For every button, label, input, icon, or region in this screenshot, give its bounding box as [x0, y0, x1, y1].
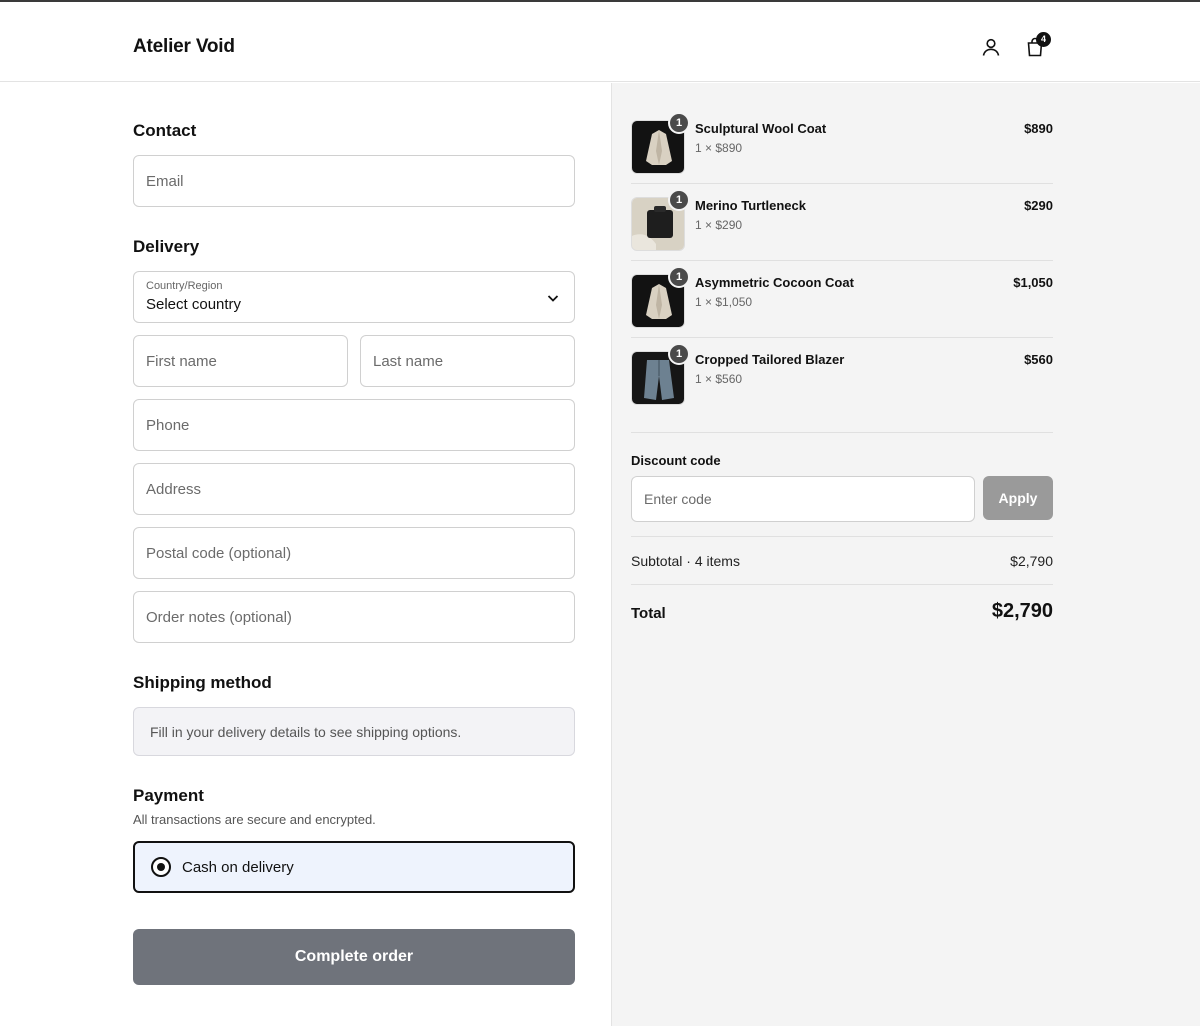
apply-discount-button[interactable]: Apply — [983, 476, 1053, 520]
subtotal-value: $2,790 — [1010, 553, 1053, 569]
site-header: Atelier Void 4 — [0, 2, 1200, 82]
divider — [631, 260, 1053, 261]
delivery-heading: Delivery — [133, 237, 200, 256]
item-name: Sculptural Wool Coat — [695, 121, 827, 136]
discount-code-input[interactable] — [632, 477, 974, 521]
discount-label: Discount code — [631, 453, 721, 468]
user-icon[interactable] — [979, 35, 1003, 59]
cart-item: 1 Asymmetric Cocoon Coat 1 × $1,050 $1,0… — [631, 266, 1053, 351]
item-name: Cropped Tailored Blazer — [695, 352, 845, 367]
cart-item: 1 Sculptural Wool Coat 1 × $890 $890 — [631, 112, 1053, 197]
item-price: $1,050 — [1013, 275, 1053, 290]
postal-code-input[interactable] — [134, 528, 574, 578]
item-quantity-price: 1 × $1,050 — [695, 295, 753, 309]
cart-item: 1 Cropped Tailored Blazer 1 × $560 $560 — [631, 343, 1053, 428]
shipping-heading: Shipping method — [133, 673, 272, 692]
divider — [631, 432, 1053, 433]
quantity-badge: 1 — [668, 343, 690, 365]
payment-option-cod[interactable]: Cash on delivery — [133, 841, 575, 893]
quantity-badge: 1 — [668, 112, 690, 134]
brand-logo[interactable]: Atelier Void — [133, 36, 235, 58]
shipping-info-box: Fill in your delivery details to see shi… — [133, 707, 575, 756]
divider — [631, 584, 1053, 585]
item-quantity-price: 1 × $290 — [695, 218, 743, 232]
payment-option-label: Cash on delivery — [182, 859, 294, 876]
order-notes-input[interactable] — [134, 592, 574, 642]
payment-radio[interactable] — [151, 857, 171, 877]
divider — [631, 337, 1053, 338]
contact-heading: Contact — [133, 121, 197, 140]
complete-order-button[interactable]: Complete order — [133, 929, 575, 985]
payment-heading: Payment — [133, 786, 204, 805]
country-value: Select country — [146, 296, 242, 313]
country-label: Country/Region — [146, 280, 223, 292]
address-field[interactable] — [133, 463, 575, 515]
total-value: $2,790 — [991, 600, 1053, 622]
country-select[interactable]: Country/Region Select country — [133, 271, 575, 323]
address-input[interactable] — [134, 464, 574, 514]
item-quantity-price: 1 × $890 — [695, 141, 743, 155]
first-name-field[interactable] — [133, 335, 348, 387]
email-field[interactable] — [133, 155, 575, 207]
item-name: Asymmetric Cocoon Coat — [695, 275, 854, 290]
item-price: $560 — [1024, 352, 1053, 367]
item-price: $890 — [1024, 121, 1053, 136]
last-name-field[interactable] — [360, 335, 575, 387]
phone-input[interactable] — [134, 400, 574, 450]
item-price: $290 — [1024, 198, 1053, 213]
item-name: Merino Turtleneck — [695, 198, 807, 213]
discount-code-field[interactable] — [631, 476, 975, 522]
shipping-message: Fill in your delivery details to see shi… — [150, 724, 462, 740]
subtotal-label: Subtotal · 4 items — [631, 553, 740, 569]
payment-subtitle: All transactions are secure and encrypte… — [133, 812, 376, 827]
radio-selected-dot — [157, 863, 165, 871]
divider — [631, 183, 1053, 184]
divider — [631, 536, 1053, 537]
cart-item: 1 Merino Turtleneck 1 × $290 $290 — [631, 189, 1053, 274]
total-label: Total — [631, 605, 666, 622]
quantity-badge: 1 — [668, 266, 690, 288]
first-name-input[interactable] — [134, 336, 347, 386]
item-quantity-price: 1 × $560 — [695, 372, 743, 386]
postal-code-field[interactable] — [133, 527, 575, 579]
last-name-input[interactable] — [361, 336, 574, 386]
email-input[interactable] — [134, 156, 574, 206]
order-notes-field[interactable] — [133, 591, 575, 643]
cart-count-badge: 4 — [1036, 32, 1051, 47]
phone-field[interactable] — [133, 399, 575, 451]
quantity-badge: 1 — [668, 189, 690, 211]
chevron-down-icon — [546, 291, 560, 305]
